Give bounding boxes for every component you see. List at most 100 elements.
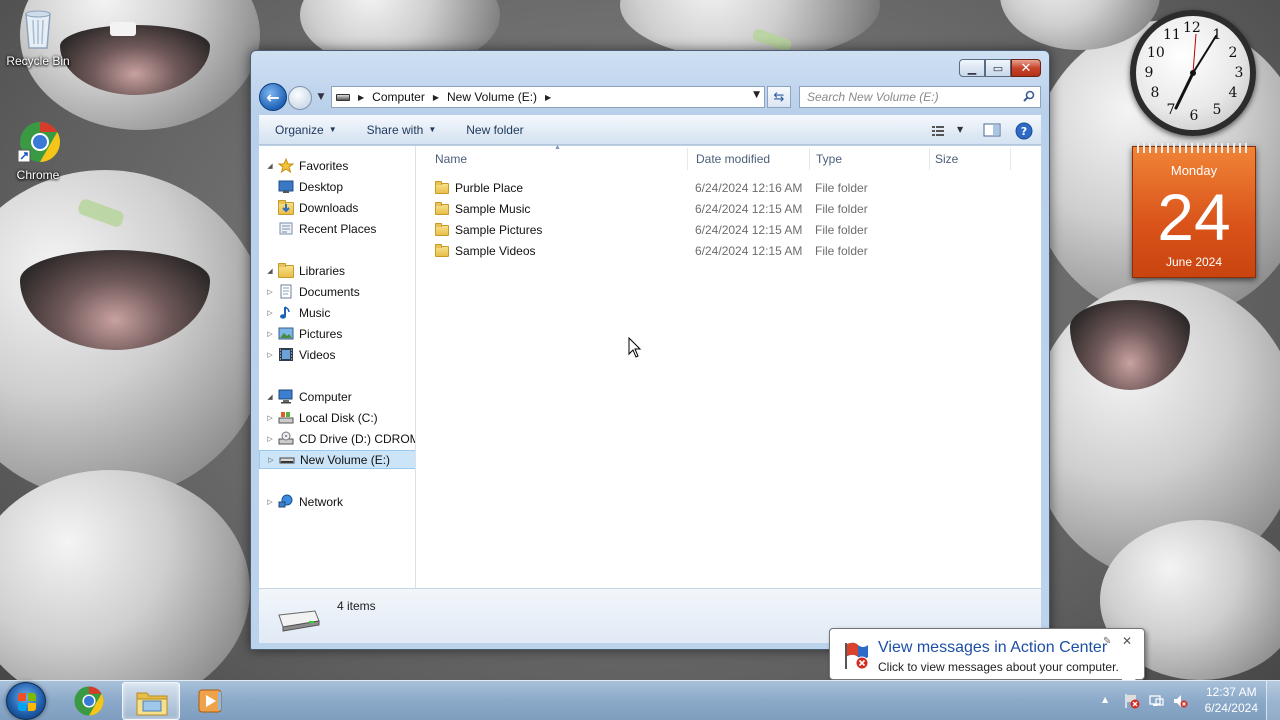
volume-muted-icon[interactable]	[1172, 693, 1188, 709]
start-button[interactable]	[6, 682, 46, 720]
minimize-button[interactable]: ▁	[959, 59, 985, 77]
collapse-arrow-icon[interactable]: ◢	[265, 393, 275, 401]
expand-arrow-icon[interactable]: ▷	[265, 330, 275, 338]
nav-favorites[interactable]: ◢ Favorites	[265, 156, 348, 175]
nav-label: Local Disk (C:)	[299, 410, 378, 425]
column-divider[interactable]	[1010, 148, 1011, 170]
sort-ascending-icon: ▲	[554, 144, 561, 151]
taskbar: ▲ 12:37 AM 6/24/2024	[0, 680, 1280, 720]
nav-label: Libraries	[299, 263, 346, 278]
expand-arrow-icon[interactable]: ▷	[266, 456, 276, 464]
search-input[interactable]: Search New Volume (E:)	[799, 86, 1041, 108]
breadcrumb-new-volume[interactable]: New Volume (E:)	[447, 90, 537, 104]
nav-cd-drive[interactable]: ▷ CD Drive (D:) CDROM	[267, 429, 415, 448]
navigation-bar: ← ▼ ▶ Computer ▶ New Volume (E:) ▶ ▼ ⇆ S…	[259, 83, 1041, 111]
preview-pane-button[interactable]	[983, 122, 1003, 138]
expand-arrow-icon[interactable]: ▷	[265, 351, 275, 359]
calendar-day: 24	[1157, 180, 1231, 254]
new-folder-button[interactable]: New folder	[466, 123, 523, 137]
view-options-dropdown[interactable]: ▼	[957, 122, 967, 138]
organize-button[interactable]: Organize ▼	[275, 123, 337, 137]
nav-libraries[interactable]: ◢ Libraries	[265, 261, 345, 280]
recent-pages-button[interactable]: ▼	[315, 90, 327, 104]
nav-computer[interactable]: ◢ Computer	[265, 387, 352, 406]
forward-button[interactable]	[288, 86, 312, 110]
nav-network[interactable]: ▷ Network	[265, 492, 343, 511]
close-icon[interactable]: ✕	[1122, 634, 1132, 648]
nav-pictures[interactable]: ▷ Pictures	[267, 324, 342, 343]
action-center-notification[interactable]: View messages in Action Center Click to …	[829, 628, 1145, 690]
file-row[interactable]: Sample Music 6/24/2024 12:15 AM File fol…	[433, 199, 1053, 219]
breadcrumb-separator-icon[interactable]: ▶	[545, 93, 551, 102]
collapse-arrow-icon[interactable]: ◢	[265, 267, 275, 275]
close-icon: ✕	[1020, 60, 1032, 76]
expand-arrow-icon[interactable]: ▷	[265, 414, 275, 422]
breadcrumb-separator-icon[interactable]: ▶	[433, 93, 439, 102]
back-button[interactable]: ←	[259, 83, 287, 111]
nav-new-volume[interactable]: ▷ New Volume (E:)	[259, 450, 415, 469]
maximize-button[interactable]: ▭	[985, 59, 1011, 77]
file-row[interactable]: Sample Videos 6/24/2024 12:15 AM File fo…	[433, 241, 1053, 261]
tray-clock[interactable]: 12:37 AM 6/24/2024	[1205, 684, 1258, 716]
file-row[interactable]: Sample Pictures 6/24/2024 12:15 AM File …	[433, 220, 1053, 240]
show-desktop-button[interactable]	[1266, 681, 1280, 720]
recent-places-icon	[278, 221, 294, 236]
chrome-icon	[17, 120, 60, 164]
nav-desktop[interactable]: Desktop	[278, 177, 343, 196]
column-divider[interactable]	[809, 148, 810, 170]
help-button[interactable]: ?	[1015, 122, 1035, 140]
file-name: Sample Pictures	[455, 223, 543, 237]
column-divider[interactable]	[687, 148, 688, 170]
desktop-icon-recycle-bin[interactable]: Recycle Bin	[0, 6, 76, 68]
close-button[interactable]: ✕	[1011, 59, 1041, 77]
nav-music[interactable]: ▷ Music	[267, 303, 330, 322]
file-name: Sample Videos	[455, 244, 536, 258]
expand-arrow-icon[interactable]: ▷	[265, 435, 275, 443]
address-bar[interactable]: ▶ Computer ▶ New Volume (E:) ▶ ▼	[331, 86, 765, 108]
column-header-size[interactable]: Size	[935, 152, 958, 166]
mouse-cursor-icon	[628, 336, 642, 359]
address-dropdown-icon[interactable]: ▼	[753, 90, 760, 100]
taskbar-chrome-button[interactable]	[60, 682, 118, 720]
calendar-weekday: Monday	[1170, 163, 1218, 178]
music-icon	[278, 305, 294, 320]
desktop-icon-chrome[interactable]: Chrome	[0, 120, 76, 182]
collapse-arrow-icon[interactable]: ◢	[265, 162, 275, 170]
refresh-button[interactable]: ⇆	[767, 86, 791, 108]
local-disk-icon	[278, 410, 294, 425]
breadcrumb-separator-icon[interactable]: ▶	[358, 93, 364, 102]
share-with-button[interactable]: Share with ▼	[367, 123, 437, 137]
nav-recent-places[interactable]: Recent Places	[278, 219, 376, 238]
change-view-button[interactable]	[931, 122, 951, 138]
show-hidden-icons-button[interactable]: ▲	[1102, 695, 1118, 711]
notification-title[interactable]: View messages in Action Center	[878, 639, 1107, 657]
column-header-name[interactable]: Name	[435, 152, 467, 166]
taskbar-explorer-button[interactable]	[122, 682, 180, 720]
file-type: File folder	[815, 202, 868, 216]
calendar-gadget[interactable]: Monday 24 June 2024	[1132, 143, 1256, 278]
file-name: Sample Music	[455, 202, 531, 216]
media-player-icon	[198, 689, 222, 713]
search-icon[interactable]	[1023, 90, 1035, 105]
taskbar-media-player-button[interactable]	[184, 682, 236, 720]
clock-gadget[interactable]: 12 1 2 3 4 5 6 7 8 9 10 11	[1130, 10, 1256, 136]
nav-downloads[interactable]: Downloads	[278, 198, 358, 217]
expand-arrow-icon[interactable]: ▷	[265, 309, 275, 317]
nav-local-disk[interactable]: ▷ Local Disk (C:)	[267, 408, 378, 427]
network-tray-icon[interactable]	[1148, 693, 1164, 709]
drive-icon	[279, 452, 295, 467]
nav-videos[interactable]: ▷ Videos	[267, 345, 336, 364]
expand-arrow-icon[interactable]: ▷	[265, 288, 275, 296]
nav-documents[interactable]: ▷ Documents	[267, 282, 360, 301]
file-row[interactable]: Purble Place 6/24/2024 12:16 AM File fol…	[433, 178, 1053, 198]
action-center-tray-icon[interactable]	[1124, 693, 1140, 709]
nav-label: Videos	[299, 347, 336, 362]
file-name: Purble Place	[455, 181, 524, 195]
column-header-date[interactable]: Date modified	[696, 152, 770, 166]
column-header-type[interactable]: Type	[816, 152, 842, 166]
file-date: 6/24/2024 12:15 AM	[695, 223, 803, 237]
column-divider[interactable]	[929, 148, 930, 170]
breadcrumb-computer[interactable]: Computer	[372, 90, 425, 104]
expand-arrow-icon[interactable]: ▷	[265, 498, 275, 506]
caption-buttons: ▁ ▭ ✕	[959, 59, 1041, 77]
